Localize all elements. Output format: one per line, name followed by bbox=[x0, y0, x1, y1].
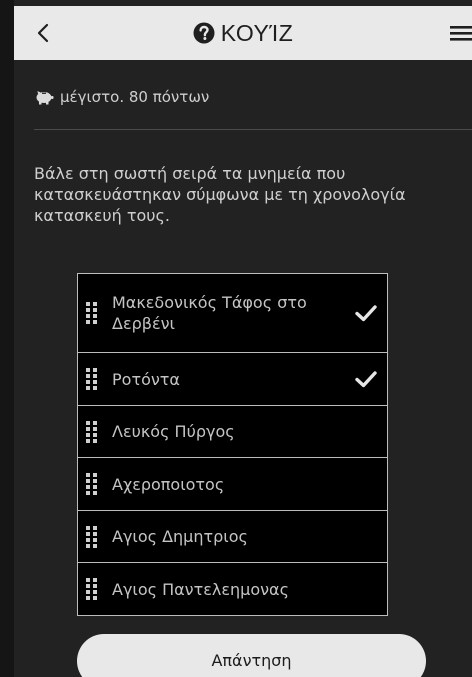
piggy-bank-icon bbox=[36, 91, 54, 105]
list-item[interactable]: Αχεροποιοτος bbox=[78, 457, 387, 510]
list-item[interactable]: Λευκός Πύργος bbox=[78, 405, 387, 457]
list-item[interactable]: Αγιος Δημητριος bbox=[78, 510, 387, 562]
hamburger-menu-icon bbox=[450, 26, 472, 41]
question-circle-icon bbox=[193, 22, 215, 44]
list-item[interactable]: Ροτόντα bbox=[78, 352, 387, 405]
header-title: ΚΟΥΊΖ bbox=[14, 6, 472, 60]
checkmark-icon bbox=[355, 305, 377, 322]
max-points-text: μέγιστο. 80 πόντων bbox=[60, 88, 210, 106]
quiz-screen: ΚΟΥΊΖ μέγιστο. 80 πόντων Βάλε στη σωστή … bbox=[14, 0, 472, 677]
list-item-label: Λευκός Πύργος bbox=[112, 422, 235, 441]
drag-handle-icon[interactable] bbox=[86, 473, 98, 495]
list-item[interactable]: Μακεδονικός Τάφος στο Δερβένι bbox=[78, 274, 387, 352]
list-item-label: Μακεδονικός Τάφος στο Δερβένι bbox=[112, 293, 307, 333]
submit-answer-button[interactable]: Απάντηση bbox=[77, 634, 426, 677]
max-points-info: μέγιστο. 80 πόντων bbox=[34, 88, 209, 106]
app-header: ΚΟΥΊΖ bbox=[14, 6, 472, 60]
drag-handle-icon[interactable] bbox=[86, 525, 98, 548]
checkmark-icon bbox=[355, 371, 377, 388]
list-item[interactable]: Αγιος Παντελεημονας bbox=[78, 562, 387, 615]
list-item-label: Ροτόντα bbox=[112, 369, 180, 389]
drag-handle-icon[interactable] bbox=[86, 420, 98, 443]
page-title: ΚΟΥΊΖ bbox=[220, 19, 294, 46]
menu-button[interactable] bbox=[442, 19, 472, 47]
divider bbox=[34, 129, 472, 130]
sortable-answer-list: Μακεδονικός Τάφος στο Δερβένι Ροτόντα Λε… bbox=[77, 273, 388, 616]
list-item-label: Αγιος Δημητριος bbox=[112, 527, 248, 546]
drag-handle-icon[interactable] bbox=[86, 302, 98, 324]
left-edge-strip bbox=[0, 0, 14, 677]
drag-handle-icon[interactable] bbox=[86, 368, 98, 390]
list-item-label: Αγιος Παντελεημονας bbox=[112, 579, 289, 599]
drag-handle-icon[interactable] bbox=[86, 578, 98, 600]
question-text: Βάλε στη σωστή σειρά τα μνημεία που κατα… bbox=[34, 164, 406, 225]
list-item-label: Αχεροποιοτος bbox=[112, 474, 225, 494]
